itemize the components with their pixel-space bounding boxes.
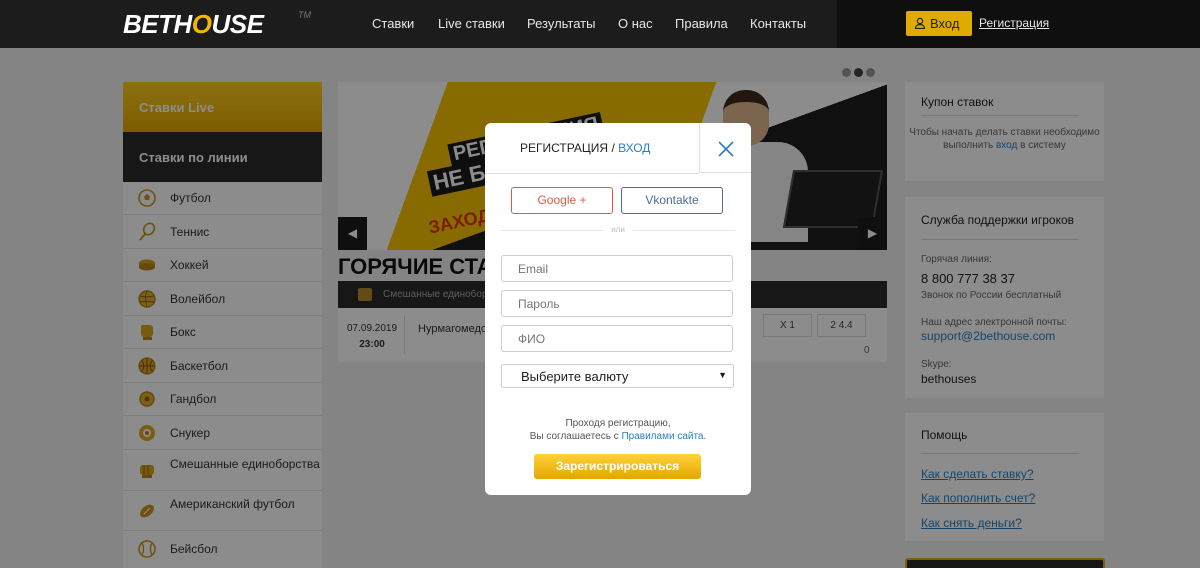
- registration-modal: РЕГИСТРАЦИЯ / ВХОД Google + Vkontakte ил…: [485, 123, 751, 495]
- logo[interactable]: BETHOUSE: [123, 9, 264, 40]
- currency-select[interactable]: Выберите валюту ▼: [501, 364, 734, 388]
- email-field[interactable]: [501, 255, 733, 282]
- tab-register[interactable]: РЕГИСТРАЦИЯ: [520, 141, 608, 155]
- currency-select-value: Выберите валюту: [521, 369, 629, 384]
- terms-notice: Проходя регистрацию, Вы соглашаетесь с П…: [529, 418, 707, 442]
- nav-bets[interactable]: Ставки: [372, 16, 414, 31]
- logo-trademark: TM: [298, 10, 311, 20]
- full-name-field[interactable]: [501, 325, 733, 352]
- password-field[interactable]: [501, 290, 733, 317]
- register-link[interactable]: Регистрация: [979, 16, 1049, 30]
- caret-down-icon: ▼: [718, 370, 727, 380]
- close-icon: [718, 141, 734, 157]
- google-login-button[interactable]: Google +: [511, 187, 613, 214]
- nav-about[interactable]: О нас: [618, 16, 653, 31]
- divider: [485, 173, 699, 174]
- login-label: Вход: [930, 16, 960, 31]
- close-button[interactable]: [699, 123, 751, 173]
- user-icon: [914, 17, 926, 29]
- modal-title: РЕГИСТРАЦИЯ / ВХОД: [520, 141, 651, 155]
- nav-results[interactable]: Результаты: [527, 16, 595, 31]
- tab-login[interactable]: ВХОД: [618, 141, 650, 155]
- or-separator: или: [603, 225, 633, 234]
- vkontakte-login-button[interactable]: Vkontakte: [621, 187, 723, 214]
- nav-contacts[interactable]: Контакты: [750, 16, 806, 31]
- terms-link[interactable]: Правилами сайта: [621, 431, 703, 442]
- nav-rules[interactable]: Правила: [675, 16, 728, 31]
- register-submit-button[interactable]: Зарегистрироваться: [534, 454, 701, 479]
- nav-live-bets[interactable]: Live ставки: [438, 16, 505, 31]
- login-button[interactable]: Вход: [906, 11, 972, 36]
